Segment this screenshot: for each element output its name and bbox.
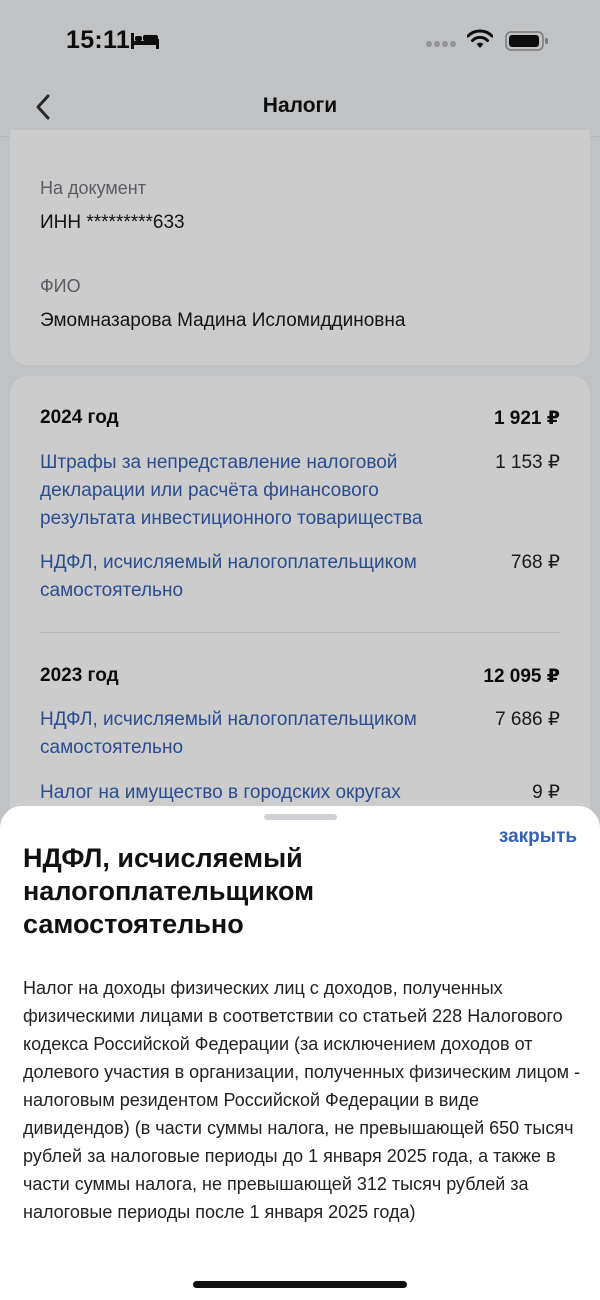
sheet-title: НДФЛ, исчисляемый налогоплательщиком сам… [23,843,315,939]
home-indicator[interactable] [193,1281,407,1288]
sheet-description: Налог на доходы физических лиц с доходов… [23,978,581,1222]
close-button[interactable]: закрыть [499,826,577,848]
tax-info-sheet: закрыть НДФЛ, исчисляемый налогоплательщ… [0,806,600,1300]
sheet-grabber[interactable] [264,814,337,820]
screen: 15:11 Налоги На документ ИНН *********63… [0,0,600,1300]
